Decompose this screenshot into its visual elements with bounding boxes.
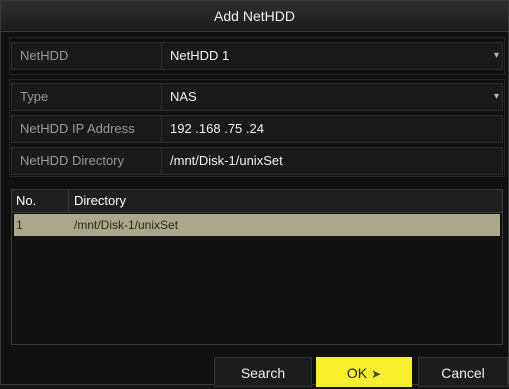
table-header: No. Directory	[12, 190, 502, 213]
table-cell-directory: /mnt/Disk-1/unixSet	[74, 218, 179, 232]
nethdd-label: NetHDD	[12, 43, 162, 69]
chevron-down-icon[interactable]: ▾	[494, 43, 499, 69]
nethdd-select[interactable]: NetHDD 1	[170, 43, 502, 69]
ok-button-label: OK	[346, 365, 368, 381]
table-row[interactable]: 1 /mnt/Disk-1/unixSet	[14, 214, 500, 236]
table-cell-no: 1	[16, 218, 23, 232]
column-header-no: No.	[16, 190, 69, 212]
ip-label: NetHDD IP Address	[12, 116, 162, 142]
column-header-directory: Directory	[74, 193, 127, 208]
type-row[interactable]: Type NAS ▾	[11, 83, 503, 111]
directory-row[interactable]: NetHDD Directory /mnt/Disk-1/unixSet	[11, 147, 503, 175]
cancel-button[interactable]: Cancel	[418, 357, 508, 387]
search-button-label: Search	[240, 365, 286, 381]
directory-field[interactable]: /mnt/Disk-1/unixSet	[170, 148, 502, 174]
cancel-button-label: Cancel	[441, 365, 485, 381]
type-label: Type	[12, 84, 162, 110]
nethdd-row[interactable]: NetHDD NetHDD 1 ▾	[11, 42, 503, 70]
dialog-title: Add NetHDD	[1, 1, 508, 32]
ip-row[interactable]: NetHDD IP Address 192 .168 .75 .24	[11, 115, 503, 143]
type-select[interactable]: NAS	[170, 84, 502, 110]
directory-table: No. Directory 1 /mnt/Disk-1/unixSet	[11, 189, 503, 345]
mouse-cursor-icon: ➤	[371, 367, 382, 381]
ip-address-field[interactable]: 192 .168 .75 .24	[170, 116, 502, 142]
search-button[interactable]: Search	[214, 357, 312, 387]
ok-button[interactable]: OK ➤	[316, 357, 412, 387]
chevron-down-icon[interactable]: ▾	[494, 84, 499, 110]
directory-label: NetHDD Directory	[12, 148, 162, 174]
add-nethdd-dialog: Add NetHDD NetHDD NetHDD 1 ▾ Type NAS ▾ …	[0, 0, 509, 387]
